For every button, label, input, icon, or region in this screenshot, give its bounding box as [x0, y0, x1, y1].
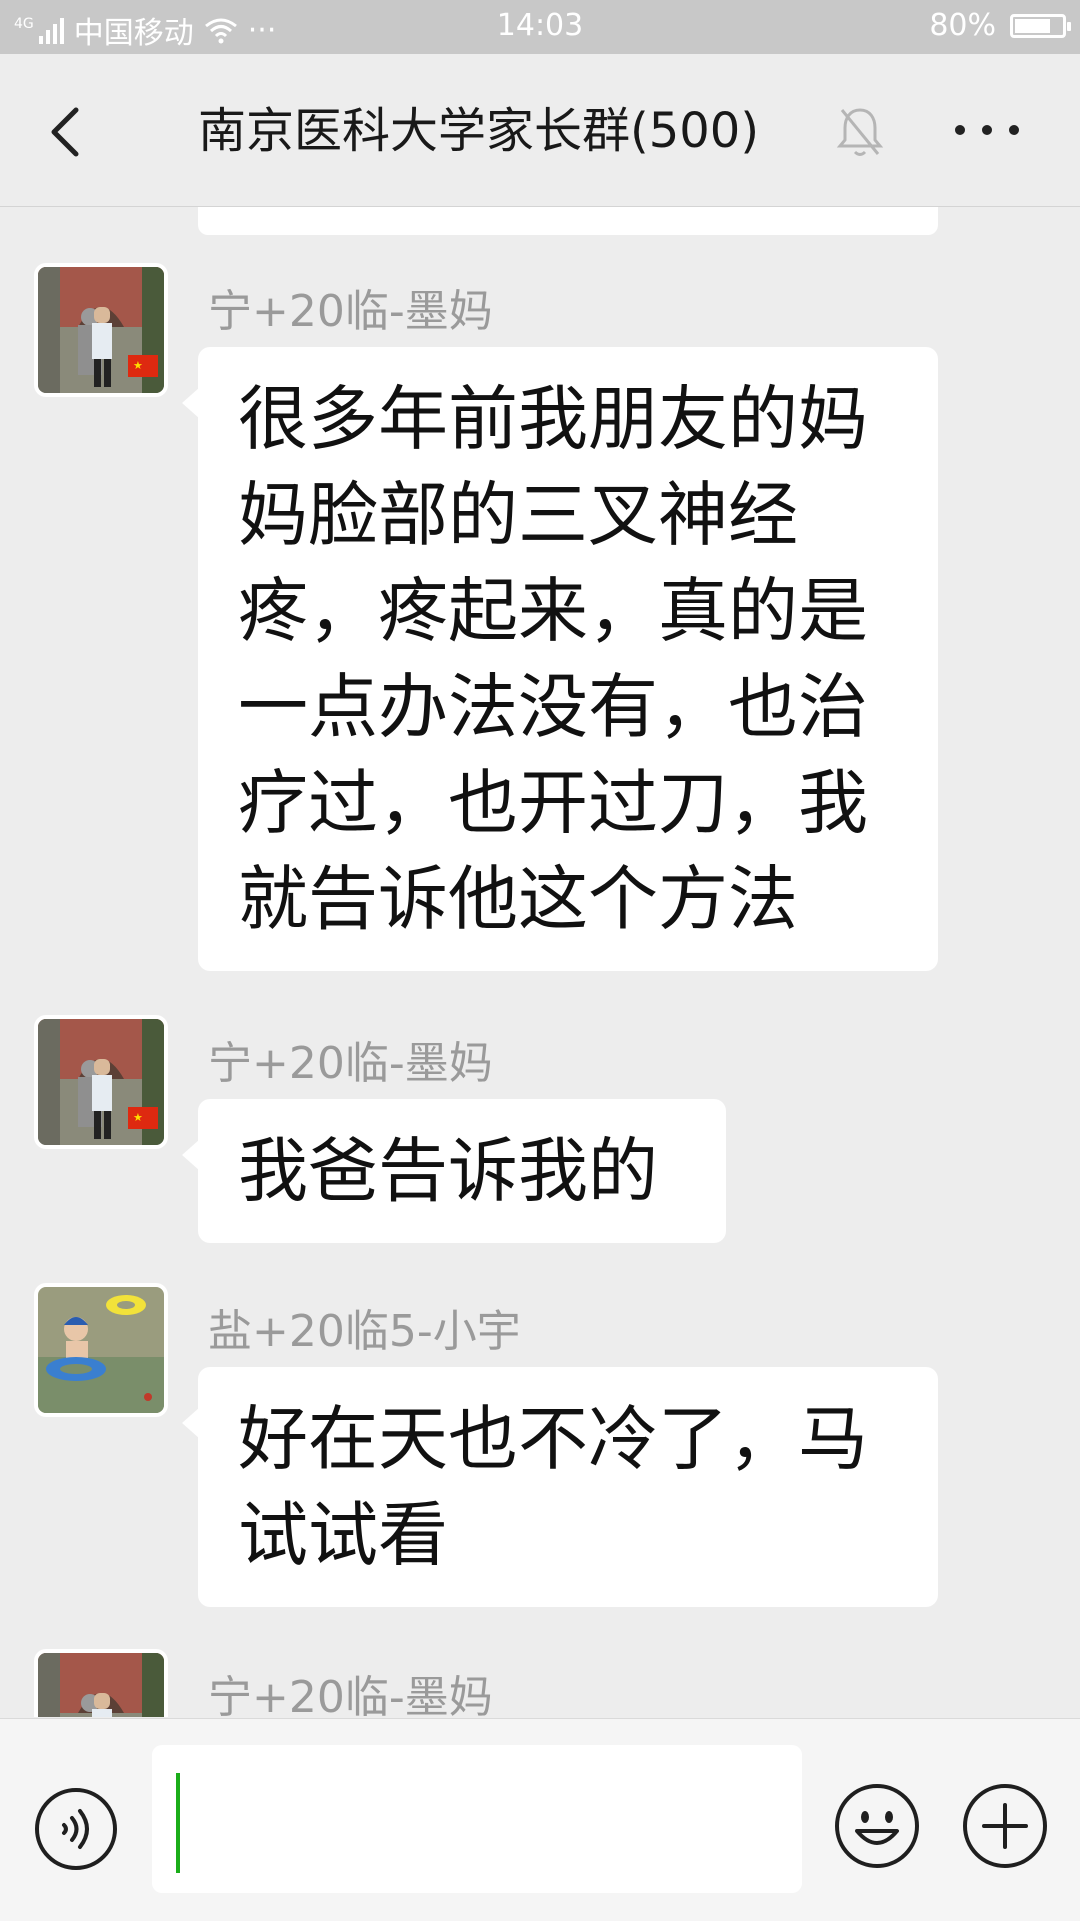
more-dots-icon — [955, 125, 965, 135]
sender-name: 宁+20临-墨妈 — [208, 1038, 493, 1089]
voice-button[interactable] — [34, 1787, 118, 1871]
status-bar: 4G 中国移动 ··· 14:03 80% — [0, 0, 1080, 54]
input-bar — [0, 1718, 1080, 1921]
avatar[interactable] — [38, 1653, 164, 1717]
emoji-icon — [855, 1811, 899, 1845]
voice-icon — [62, 1809, 89, 1849]
chat-title: 南京医科大学家长群(500) — [198, 103, 760, 159]
svg-text:★: ★ — [133, 359, 143, 372]
avatar[interactable]: ★ — [38, 1019, 164, 1145]
status-right: 80% — [929, 8, 1071, 43]
avatar[interactable] — [38, 1287, 164, 1413]
more-button[interactable] — [950, 110, 1024, 150]
chat-header: 南京医科大学家长群(500) — [0, 54, 1080, 207]
back-button[interactable] — [36, 96, 96, 166]
sender-name: 盐+20临5-小宇 — [208, 1306, 521, 1357]
message-bubble[interactable]: 我爸告诉我的 — [182, 1099, 726, 1243]
emoji-button[interactable] — [834, 1783, 920, 1869]
avatar[interactable]: ★ — [38, 267, 164, 393]
avatar-photo — [38, 1653, 164, 1717]
avatar-photo: ★ — [38, 267, 164, 393]
sender-name: 宁+20临-墨妈 — [208, 1672, 493, 1717]
message-bubble[interactable]: 好在天也不冷了，马试试看 — [182, 1367, 938, 1607]
bell-muted-icon — [836, 108, 884, 156]
chat-messages[interactable]: ★ 宁+20临-墨妈 很多年前我朋友的妈妈脸部的三叉神经疼，疼起来，真的是一点办… — [0, 207, 1080, 1717]
battery-percent: 80% — [929, 8, 996, 43]
clock: 14:03 — [496, 8, 584, 43]
message-bubble[interactable]: 很多年前我朋友的妈妈脸部的三叉神经疼，疼起来，真的是一点办法没有，也治疗过，也开… — [182, 347, 938, 971]
previous-message-bubble[interactable] — [198, 207, 938, 235]
battery-icon — [1010, 13, 1071, 38]
plus-button[interactable] — [962, 1783, 1048, 1869]
chevron-left-icon — [51, 107, 79, 157]
battery-fill — [1015, 18, 1050, 33]
sender-name: 宁+20临-墨妈 — [208, 286, 493, 337]
avatar-photo: ★ — [38, 1019, 164, 1145]
svg-text:★: ★ — [133, 1111, 143, 1124]
avatar-photo — [38, 1287, 164, 1413]
text-cursor — [176, 1773, 180, 1873]
plus-icon — [982, 1803, 1028, 1849]
message-input[interactable] — [152, 1745, 802, 1893]
